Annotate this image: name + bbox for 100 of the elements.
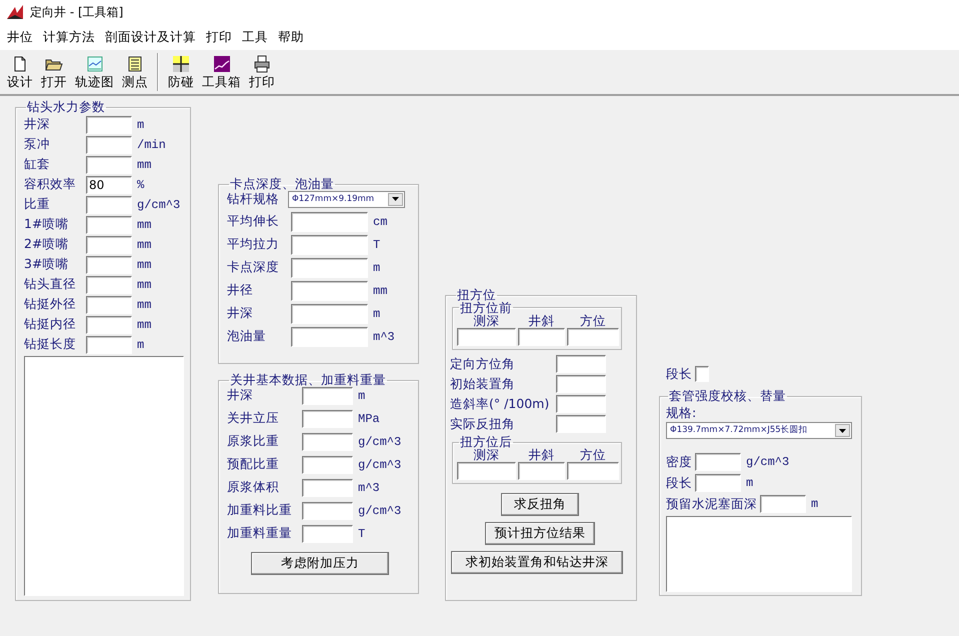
unit-label: mm: [136, 256, 152, 274]
toolbar-button[interactable]: 轨迹图: [72, 55, 117, 89]
unit-label: T: [372, 236, 382, 254]
input-field[interactable]: 80: [86, 176, 132, 194]
field-label: 比重: [24, 198, 51, 211]
input-field[interactable]: [291, 234, 368, 254]
input-field[interactable]: [86, 296, 132, 314]
field-label: 3#喷嘴: [24, 258, 70, 271]
field-label: 井深: [227, 389, 254, 402]
field-label: 缸套: [24, 158, 51, 171]
menu-item[interactable]: 帮助: [273, 28, 309, 46]
input-field[interactable]: [302, 432, 353, 450]
action-button[interactable]: 求初始装置角和钻达井深: [451, 551, 623, 574]
field-label: 段长: [666, 476, 692, 490]
toolbar-button[interactable]: 设计: [4, 55, 36, 89]
field-label: 预留水泥塞面深: [666, 498, 757, 510]
input-field[interactable]: [695, 366, 709, 382]
field-label: 平均拉力: [227, 238, 280, 251]
input-field[interactable]: [86, 236, 132, 254]
field-label: 加重料比重: [227, 504, 293, 517]
input-field[interactable]: [760, 495, 806, 513]
toolbar-button[interactable]: 测点: [119, 55, 151, 89]
input-field[interactable]: [291, 326, 368, 346]
group-title: 扭方位: [456, 289, 497, 302]
field-label: 容积效率: [24, 178, 77, 191]
group-title: 卡点深度、泡油量: [229, 178, 335, 190]
input-field[interactable]: [291, 212, 368, 232]
action-button[interactable]: 预计扭方位结果: [485, 522, 595, 545]
input-field[interactable]: [86, 256, 132, 274]
menu-item[interactable]: 井位: [2, 28, 38, 46]
menu-item[interactable]: 工具: [237, 28, 273, 46]
caret-icon: [835, 424, 850, 437]
calculate-button[interactable]: 考虑附加压力: [251, 552, 389, 574]
unit-label: mm: [136, 296, 152, 314]
input-field[interactable]: [86, 276, 132, 294]
input-field[interactable]: [291, 258, 368, 278]
field-label: 泵冲: [24, 138, 51, 151]
field-label: 段长: [666, 368, 692, 380]
input-field[interactable]: [302, 524, 353, 542]
unit-label: m: [746, 475, 754, 492]
menu-item[interactable]: 剖面设计及计算: [100, 28, 201, 46]
field-label: 钻挺内径: [24, 318, 77, 331]
field-label: 井深: [24, 118, 51, 131]
field-label: 2#喷嘴: [24, 238, 70, 251]
input-field[interactable]: [518, 328, 565, 346]
input-field[interactable]: [302, 386, 353, 404]
unit-label: mm: [136, 216, 152, 234]
input-field[interactable]: [556, 394, 606, 413]
input-field[interactable]: [302, 478, 353, 496]
unit-label: T: [357, 526, 366, 542]
input-field[interactable]: [556, 354, 606, 373]
input-field[interactable]: [86, 196, 132, 214]
field-label: 原浆比重: [227, 435, 280, 448]
field-label: 规格:: [666, 406, 698, 419]
toolbar-button[interactable]: 工具箱: [199, 55, 244, 89]
input-field[interactable]: [86, 336, 132, 354]
unit-label: mm: [136, 276, 152, 294]
input-field[interactable]: [556, 374, 606, 393]
field-label: 加重料重量: [227, 527, 293, 540]
input-field[interactable]: [86, 156, 132, 174]
input-field[interactable]: [86, 116, 132, 134]
app-icon: [6, 4, 24, 20]
input-field[interactable]: [518, 462, 565, 480]
dropdown[interactable]: Φ127mm×9.19mm: [288, 190, 405, 208]
toolbar-button[interactable]: 打开: [38, 55, 70, 89]
field-label: 实际反扭角: [450, 418, 516, 430]
field-label: 钻挺外径: [24, 298, 77, 311]
field-label: 泡油量: [227, 330, 267, 343]
unit-label: g/cm^3: [746, 454, 790, 471]
input-field[interactable]: [86, 216, 132, 234]
toolbar-button[interactable]: 打印: [246, 55, 278, 89]
input-field[interactable]: [86, 316, 132, 334]
input-field[interactable]: [457, 462, 516, 480]
input-field[interactable]: [567, 328, 619, 346]
input-field[interactable]: [457, 328, 516, 346]
field-label: 钻杆规格: [227, 192, 279, 206]
input-field[interactable]: [556, 414, 606, 433]
input-field[interactable]: [567, 462, 619, 480]
column-header: 方位: [579, 448, 607, 462]
input-field[interactable]: [695, 474, 741, 492]
input-field[interactable]: [302, 502, 353, 520]
trend-icon: [212, 55, 230, 74]
chart-icon: [86, 55, 104, 74]
input-field[interactable]: [302, 456, 353, 474]
menu-item[interactable]: 计算方法: [38, 28, 100, 46]
input-field[interactable]: [291, 304, 368, 324]
input-field[interactable]: [302, 410, 353, 428]
column-header: 方位: [579, 314, 607, 328]
input-field[interactable]: [86, 136, 132, 154]
unit-label: mm: [136, 236, 152, 254]
action-button[interactable]: 求反扭角: [501, 493, 579, 516]
field-label: 井径: [227, 284, 254, 297]
unit-label: m: [372, 306, 382, 322]
unit-label: /min: [136, 136, 167, 154]
menu-item[interactable]: 打印: [201, 28, 237, 46]
toolbar-button[interactable]: 防碰: [165, 55, 197, 89]
input-field[interactable]: [695, 453, 741, 471]
dropdown[interactable]: Φ139.7mm×7.72mm×J55长圆扣: [666, 422, 852, 439]
input-field[interactable]: [291, 280, 368, 300]
unit-label: m^3: [357, 480, 381, 496]
